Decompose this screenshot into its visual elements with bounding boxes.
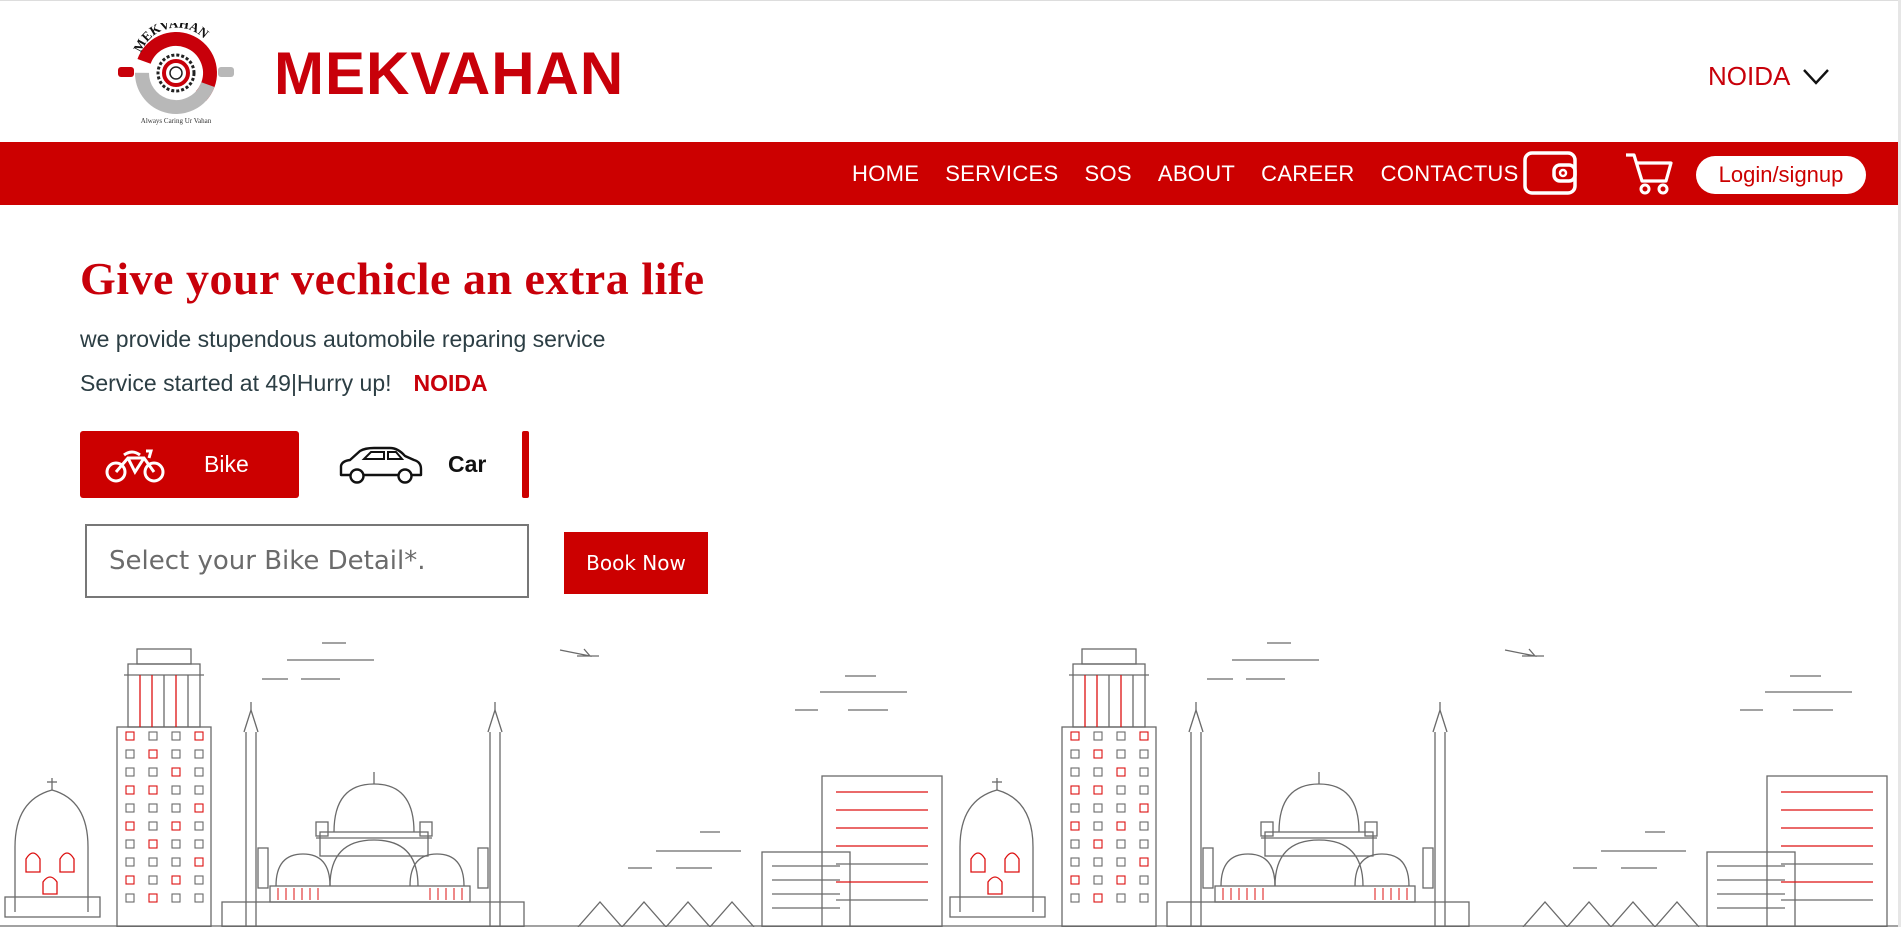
nav-links: HOME SERVICES SOS ABOUT CAREER CONTACTUS — [852, 142, 1519, 205]
brand-logo[interactable]: MEKVAHAN Always Caring Ur Vahan — [118, 23, 238, 127]
car-icon — [339, 446, 423, 484]
city-selector-label: NOIDA — [1708, 61, 1791, 91]
top-header: MEKVAHAN Always Caring Ur Vahan MEKVAHAN… — [0, 0, 1901, 142]
brand-name[interactable]: MEKVAHAN — [274, 39, 624, 108]
nav-home[interactable]: HOME — [852, 161, 919, 187]
logo-text: MEKVAHAN Always Caring Ur Vahan — [130, 23, 212, 125]
nav-about[interactable]: ABOUT — [1158, 161, 1235, 187]
city-selector[interactable]: NOIDA — [1708, 61, 1830, 92]
hero-promo-line: Service started at 49|Hurry up! NOIDA — [80, 370, 488, 397]
hero-subtitle: we provide stupendous automobile reparin… — [80, 326, 606, 352]
nav-contactus[interactable]: CONTACTUS — [1381, 161, 1519, 187]
svg-text:MEKVAHAN: MEKVAHAN — [130, 23, 212, 54]
cart-button[interactable] — [1624, 150, 1674, 201]
nav-sos[interactable]: SOS — [1084, 161, 1131, 187]
login-signup-button[interactable]: Login/signup — [1696, 156, 1866, 194]
cart-icon — [1626, 153, 1673, 195]
wallet-icon — [1523, 151, 1577, 195]
vehicle-tabs: Bike Car — [80, 431, 530, 498]
hero-promo-text: Service started at 49|Hurry up! — [80, 370, 392, 396]
tab-divider — [522, 431, 529, 498]
tab-car-label: Car — [448, 451, 487, 477]
tab-bike-label: Bike — [204, 451, 249, 477]
tab-car[interactable]: Car — [338, 431, 524, 498]
book-now-button[interactable]: Book Now — [564, 532, 708, 594]
hero-title: Give your vechicle an extra life — [80, 253, 705, 304]
chevron-down-icon — [1803, 68, 1830, 85]
city-skyline-illustration — [0, 642, 1901, 927]
wallet-button[interactable] — [1522, 150, 1578, 201]
hero-city: NOIDA — [413, 370, 488, 396]
main-navbar: HOME SERVICES SOS ABOUT CAREER CONTACTUS… — [0, 142, 1901, 205]
logo-arc-text: MEKVAHAN — [130, 23, 212, 54]
nav-services[interactable]: SERVICES — [945, 161, 1058, 187]
motorcycle-icon — [105, 449, 165, 483]
nav-career[interactable]: CAREER — [1261, 161, 1355, 187]
logo-tagline: Always Caring Ur Vahan — [141, 117, 212, 125]
vehicle-detail-input[interactable] — [85, 524, 529, 598]
tab-bike[interactable]: Bike — [80, 431, 299, 498]
